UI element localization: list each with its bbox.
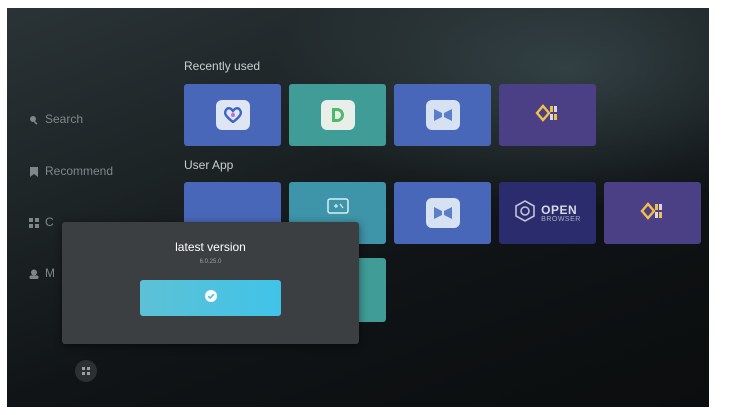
apps-grid-icon — [82, 362, 90, 380]
user-app-tile-5[interactable] — [604, 182, 701, 244]
all-apps-button[interactable] — [75, 360, 97, 382]
green-d-icon — [320, 100, 355, 130]
heart-link-icon — [215, 100, 250, 130]
tv-home-screen: Search Recommend C M Recently used User … — [7, 8, 709, 407]
check-circle-icon — [204, 289, 217, 307]
confirm-button[interactable] — [140, 280, 281, 316]
recent-app-tile-2[interactable] — [289, 84, 386, 146]
sidebar-item-label: M — [45, 266, 55, 280]
open-browser-icon — [514, 199, 536, 227]
user-app-tile-4[interactable]: OPEN BROWSER — [499, 182, 596, 244]
sidebar: Search Recommend C M — [7, 8, 177, 407]
sidebar-item-label: Recommend — [45, 164, 114, 178]
open-browser-title: OPEN — [541, 202, 578, 217]
butterfly-icon — [425, 198, 460, 228]
dialog-title: latest version — [175, 240, 246, 254]
grid-icon — [29, 217, 39, 228]
sidebar-item-recommend[interactable]: Recommend — [29, 164, 113, 178]
recent-app-tile-4[interactable] — [499, 84, 596, 146]
gem-logo-icon — [534, 103, 561, 127]
update-dialog: latest version 6.0.25.0 — [62, 222, 359, 344]
bookmark-icon — [29, 166, 39, 177]
recent-app-tile-1[interactable] — [184, 84, 281, 146]
user-app-tile-3[interactable] — [394, 182, 491, 244]
gem-logo-icon — [639, 201, 666, 225]
sidebar-item-label: C — [45, 215, 54, 229]
recent-app-tile-3[interactable] — [394, 84, 491, 146]
person-icon — [29, 268, 39, 279]
sidebar-item-search[interactable]: Search — [29, 112, 83, 126]
sidebar-item-mine[interactable]: M — [29, 266, 55, 280]
butterfly-icon — [425, 100, 460, 130]
calculator-icon — [326, 198, 349, 219]
open-browser-subtitle: BROWSER — [541, 215, 581, 223]
recently-used-title: Recently used — [184, 59, 261, 73]
search-icon — [29, 114, 39, 125]
sidebar-item-label: Search — [45, 112, 84, 126]
version-number: 6.0.25.0 — [199, 259, 222, 265]
user-app-title: User App — [184, 158, 234, 172]
sidebar-item-category[interactable]: C — [29, 215, 54, 229]
